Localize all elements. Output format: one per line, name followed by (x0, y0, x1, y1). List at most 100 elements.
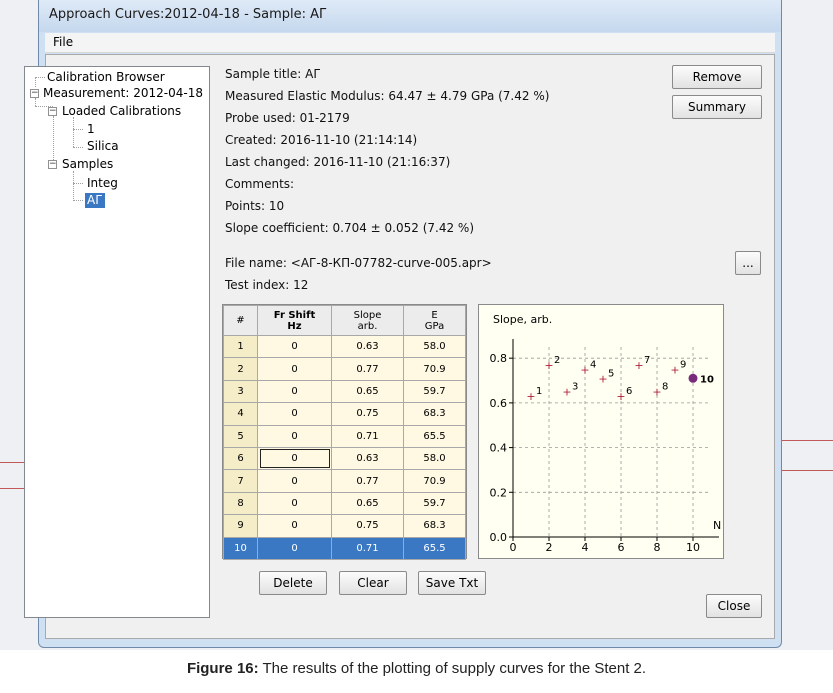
window-title: Approach Curves:2012-04-18 - Sample: АГ (49, 7, 327, 22)
column-header-unit: arb. (357, 320, 378, 332)
table-cell[interactable]: 59.7 (403, 379, 466, 404)
row-number[interactable]: 4 (223, 402, 258, 426)
data-point-marker: + (670, 363, 679, 376)
collapse-icon[interactable]: − (48, 107, 57, 116)
row-number[interactable]: 3 (223, 379, 258, 404)
figure-caption-label: Figure 16: (186, 660, 259, 677)
table-cell[interactable]: 0 (257, 469, 332, 493)
data-point-marker: + (562, 386, 571, 399)
save-txt-button[interactable]: Save Txt (418, 571, 486, 595)
table-row[interactable]: 3 0 0.65 59.7 (223, 379, 466, 404)
delete-button[interactable]: Delete (259, 571, 327, 595)
table-cell[interactable]: 0 (257, 424, 332, 448)
close-button[interactable]: Close (706, 594, 762, 618)
column-header-unit: Hz (287, 320, 302, 332)
data-point-label: 7 (644, 355, 650, 366)
data-point-label: 5 (608, 368, 614, 379)
row-number[interactable]: 6 (223, 446, 258, 471)
table-row[interactable]: 4 0 0.75 68.3 (223, 402, 466, 426)
table-row[interactable]: 5 0 0.71 65.5 (223, 424, 466, 448)
data-point-marker: + (652, 386, 661, 399)
table-cell[interactable]: 0.75 (331, 514, 404, 538)
table-cell[interactable]: 0 (257, 446, 332, 471)
table-cell[interactable]: 0 (257, 536, 332, 560)
row-number[interactable]: 10 (223, 536, 258, 560)
table-cell[interactable]: 70.9 (403, 469, 466, 493)
table-cell[interactable]: 0.63 (331, 334, 404, 359)
table-cell[interactable]: 58.0 (403, 446, 466, 471)
table-cell[interactable]: 0 (257, 514, 332, 538)
table-cell[interactable]: 70.9 (403, 357, 466, 381)
collapse-icon[interactable]: − (48, 160, 57, 169)
table-row[interactable]: 7 0 0.77 70.9 (223, 469, 466, 493)
row-number[interactable]: 1 (223, 334, 258, 359)
row-number[interactable]: 2 (223, 357, 258, 381)
tree-item-sample-ag[interactable]: АГ (85, 193, 105, 208)
tree-item-calibration-1[interactable]: 1 (87, 122, 95, 137)
column-header-unit: GPa (424, 320, 445, 332)
clear-button[interactable]: Clear (339, 571, 407, 595)
data-point-label: 10 (700, 374, 714, 385)
menu-file[interactable]: File (53, 35, 73, 49)
tree-item-loaded-calibrations[interactable]: Loaded Calibrations (62, 104, 181, 119)
table-cell[interactable]: 58.0 (403, 334, 466, 359)
tree-item-samples[interactable]: Samples (62, 157, 113, 172)
title-bar[interactable]: Approach Curves:2012-04-18 - Sample: АГ (39, 0, 781, 32)
column-header[interactable]: E GPa (403, 305, 466, 336)
data-point-label: 4 (590, 359, 596, 370)
table-cell[interactable]: 0 (257, 491, 332, 516)
remove-button[interactable]: Remove (672, 65, 762, 89)
tree-item-calibration-browser[interactable]: Calibration Browser (47, 70, 165, 85)
file-name: File name: <АГ-8-КП-07782-curve-005.apr> (225, 256, 492, 270)
table-cell[interactable]: 0 (257, 357, 332, 381)
table-cell[interactable]: 0.63 (331, 446, 404, 471)
table-cell[interactable]: 68.3 (403, 514, 466, 538)
column-header[interactable]: Fr Shift Hz (257, 305, 332, 336)
comments-label: Comments: (225, 177, 295, 191)
table-row[interactable]: 1 0 0.63 58.0 (223, 334, 466, 359)
x-tick-label: 6 (618, 541, 625, 554)
table-row[interactable]: 8 0 0.65 59.7 (223, 491, 466, 516)
y-tick-label: 0.6 (490, 397, 508, 410)
slope-chart-svg: Slope, arb.N0 2 4 6 8 100.00.20.40.60.8+ 1+ 2+ 3… (490, 313, 722, 554)
table-cell[interactable]: 0.77 (331, 357, 404, 381)
row-number[interactable]: 9 (223, 514, 258, 538)
collapse-icon[interactable]: − (30, 89, 39, 98)
table-cell[interactable]: 0 (257, 334, 332, 359)
table-cell[interactable]: 0 (257, 402, 332, 426)
table-cell[interactable]: 0.71 (331, 536, 404, 560)
last-changed-date: Last changed: 2016-11-10 (21:16:37) (225, 155, 451, 169)
table-row[interactable]: 2 0 0.77 70.9 (223, 357, 466, 381)
table-cell[interactable]: 68.3 (403, 402, 466, 426)
tree-item-sample-integ[interactable]: Integ (87, 176, 118, 191)
row-number[interactable]: 5 (223, 424, 258, 448)
column-header[interactable]: # (223, 305, 258, 336)
table-cell[interactable]: 65.5 (403, 424, 466, 448)
table-row[interactable]: 6 0 0.63 58.0 (223, 446, 466, 471)
table-cell[interactable]: 0.65 (331, 379, 404, 404)
column-header[interactable]: Slope arb. (331, 305, 404, 336)
table-cell[interactable]: 65.5 (403, 536, 466, 560)
table-row[interactable]: 9 0 0.75 68.3 (223, 514, 466, 538)
browse-file-button[interactable]: ... (735, 251, 761, 275)
row-number[interactable]: 7 (223, 469, 258, 493)
y-tick-label: 0.8 (490, 352, 508, 365)
tree-item-calibration-silica[interactable]: Silica (87, 139, 119, 154)
table-cell[interactable]: 0 (257, 379, 332, 404)
table-row[interactable]: 10 0 0.71 65.5 (223, 536, 466, 560)
table-cell[interactable]: 0.75 (331, 402, 404, 426)
background-trace (782, 440, 833, 441)
table-cell[interactable]: 0.71 (331, 424, 404, 448)
column-header-label: # (236, 315, 245, 326)
tree-view[interactable]: Calibration Browser − Measurement: 2012-… (24, 66, 210, 618)
tree-item-measurement[interactable]: Measurement: 2012-04-18 (43, 86, 203, 101)
table-cell[interactable]: 0.77 (331, 469, 404, 493)
row-number[interactable]: 8 (223, 491, 258, 516)
summary-button[interactable]: Summary (672, 95, 762, 119)
x-tick-label: 0 (510, 541, 517, 554)
data-point-marker: + (598, 372, 607, 385)
table-cell[interactable]: 0.65 (331, 491, 404, 516)
table-cell[interactable]: 59.7 (403, 491, 466, 516)
points-table[interactable]: # Fr Shift Hz Slope arb. E GPa 1 0 0.63 58.0 2 0 0.7… (222, 304, 467, 560)
figure-caption-text: The results of the plotting of supply cu… (258, 660, 647, 677)
